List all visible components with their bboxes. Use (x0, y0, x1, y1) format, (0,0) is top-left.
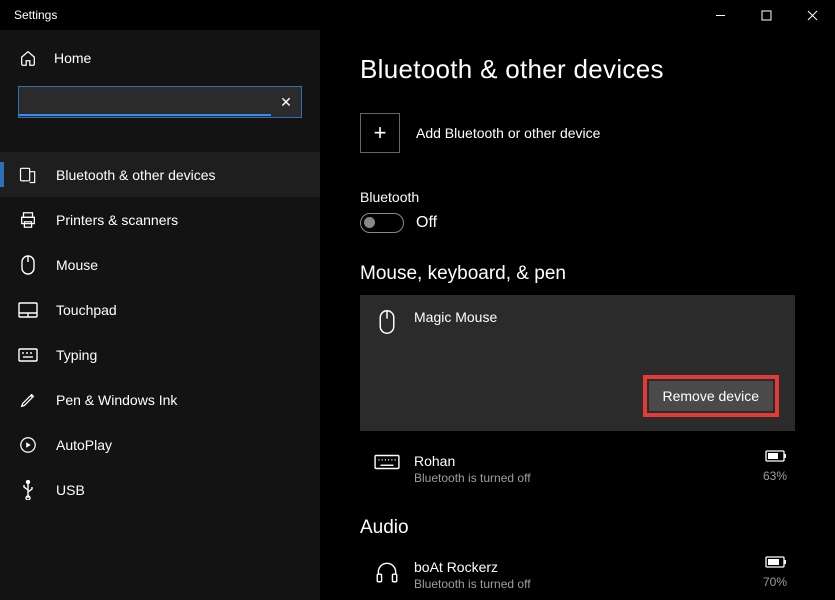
headphones-icon (374, 559, 400, 589)
search-input[interactable]: ✕ (18, 86, 302, 118)
maximize-button[interactable] (743, 0, 789, 30)
window-title: Settings (14, 8, 57, 22)
sidebar-item-label: Typing (56, 347, 97, 363)
sidebar-item-label: Pen & Windows Ink (56, 392, 177, 408)
bluetooth-toggle[interactable] (360, 213, 404, 233)
usb-icon (18, 480, 38, 500)
sidebar-item-label: Mouse (56, 257, 98, 273)
device-card-selected[interactable]: Magic Mouse Remove device (360, 295, 795, 431)
sidebar-item-printers[interactable]: Printers & scanners (0, 197, 320, 242)
sidebar-item-autoplay[interactable]: AutoPlay (0, 422, 320, 467)
group-audio: Audio (360, 517, 795, 539)
pen-icon (18, 390, 38, 410)
sidebar-item-usb[interactable]: USB (0, 467, 320, 512)
remove-device-button[interactable]: Remove device (649, 381, 774, 411)
sidebar-item-touchpad[interactable]: Touchpad (0, 287, 320, 332)
sidebar-item-label: Touchpad (56, 302, 117, 318)
home-label: Home (54, 50, 91, 66)
search-field[interactable] (19, 88, 271, 116)
device-name: boAt Rockerz (414, 559, 531, 575)
sidebar: Home ✕ Bluetooth & other devices Printer… (0, 30, 320, 600)
battery-icon (765, 555, 787, 572)
add-device-label: Add Bluetooth or other device (416, 125, 600, 141)
page-title: Bluetooth & other devices (360, 54, 795, 85)
battery-percent: 70% (763, 575, 787, 589)
add-device-button[interactable]: + Add Bluetooth or other device (360, 113, 795, 153)
battery-percent: 63% (763, 469, 787, 483)
plus-icon: + (360, 113, 400, 153)
mouse-icon (18, 255, 38, 275)
keyboard-icon (18, 345, 38, 365)
autoplay-icon (18, 435, 38, 455)
touchpad-icon (18, 300, 38, 320)
device-row[interactable]: Rohan Bluetooth is turned off 63% (360, 443, 795, 491)
device-name: Rohan (414, 453, 531, 469)
close-button[interactable] (789, 0, 835, 30)
device-name: Magic Mouse (414, 309, 497, 325)
device-row[interactable]: boAt Rockerz Bluetooth is turned off 70% (360, 549, 795, 597)
clear-icon[interactable]: ✕ (271, 94, 301, 111)
main-content: Bluetooth & other devices + Add Bluetoot… (320, 30, 835, 600)
sidebar-item-label: USB (56, 482, 85, 498)
home-icon (18, 48, 38, 68)
annotation-highlight: Remove device (643, 375, 780, 417)
titlebar: Settings (0, 0, 835, 30)
keyboard-icon (374, 453, 400, 483)
mouse-icon (374, 309, 400, 339)
sidebar-item-typing[interactable]: Typing (0, 332, 320, 377)
devices-icon (18, 165, 38, 185)
bluetooth-label: Bluetooth (360, 189, 795, 205)
device-status: Bluetooth is turned off (414, 577, 531, 591)
sidebar-item-pen[interactable]: Pen & Windows Ink (0, 377, 320, 422)
sidebar-item-label: AutoPlay (56, 437, 112, 453)
home-link[interactable]: Home (0, 38, 320, 78)
bluetooth-state: Off (416, 214, 437, 232)
sidebar-item-label: Printers & scanners (56, 212, 178, 228)
sidebar-item-bluetooth[interactable]: Bluetooth & other devices (0, 152, 320, 197)
printer-icon (18, 210, 38, 230)
sidebar-item-mouse[interactable]: Mouse (0, 242, 320, 287)
group-mouse-keyboard-pen: Mouse, keyboard, & pen (360, 263, 795, 285)
device-status: Bluetooth is turned off (414, 471, 531, 485)
minimize-button[interactable] (697, 0, 743, 30)
battery-icon (765, 449, 787, 466)
sidebar-item-label: Bluetooth & other devices (56, 167, 216, 183)
